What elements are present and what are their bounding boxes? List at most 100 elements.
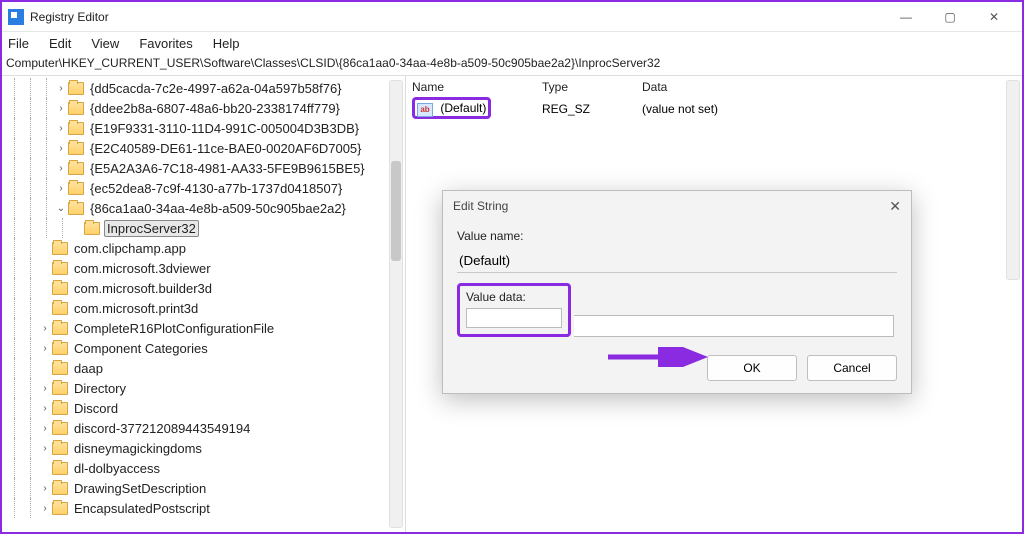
list-header: Name Type Data — [406, 76, 1022, 98]
tree-item[interactable]: daap — [6, 358, 405, 378]
tree-item[interactable]: ›Directory — [6, 378, 405, 398]
menu-edit[interactable]: Edit — [47, 34, 73, 53]
tree-item[interactable]: com.microsoft.builder3d — [6, 278, 405, 298]
tree-item[interactable]: › Component Categories — [6, 338, 405, 358]
column-data[interactable]: Data — [636, 80, 1022, 94]
tree-pane: ›{dd5cacda-7c2e-4997-a62a-04a597b58f76}›… — [2, 76, 406, 532]
folder-icon — [52, 402, 68, 415]
regedit-icon — [8, 9, 24, 25]
folder-icon — [52, 482, 68, 495]
folder-icon — [52, 442, 68, 455]
cancel-button[interactable]: Cancel — [807, 355, 897, 381]
dialog-titlebar[interactable]: Edit String ✕ — [443, 191, 911, 221]
folder-icon — [52, 382, 68, 395]
list-scrollbar[interactable] — [1006, 80, 1020, 280]
tree-item-label: com.microsoft.3dviewer — [72, 261, 213, 276]
tree-item-label: {dd5cacda-7c2e-4997-a62a-04a597b58f76} — [88, 81, 344, 96]
tree-item[interactable]: InprocServer32 — [6, 218, 405, 238]
chevron-right-icon[interactable]: › — [38, 343, 52, 354]
menu-view[interactable]: View — [89, 34, 121, 53]
tree-item[interactable]: › CompleteR16PlotConfigurationFile — [6, 318, 405, 338]
maximize-button[interactable]: ▢ — [928, 2, 972, 32]
edit-string-dialog: Edit String ✕ Value name: Value data: OK… — [442, 190, 912, 394]
folder-icon — [68, 162, 84, 175]
chevron-right-icon[interactable]: › — [54, 183, 68, 194]
chevron-right-icon[interactable]: › — [54, 143, 68, 154]
tree-item-label: com.clipchamp.app — [72, 241, 188, 256]
chevron-right-icon[interactable]: › — [38, 323, 52, 334]
tree-item-label: DrawingSetDescription — [72, 481, 208, 496]
tree-item[interactable]: com.microsoft.print3d — [6, 298, 405, 318]
chevron-right-icon[interactable]: › — [54, 83, 68, 94]
tree-item[interactable]: › {E2C40589-DE61-11ce-BAE0-0020AF6D7005} — [6, 138, 405, 158]
tree-item-label: com.microsoft.print3d — [72, 301, 200, 316]
tree-item-label: {E2C40589-DE61-11ce-BAE0-0020AF6D7005} — [88, 141, 364, 156]
tree-item[interactable]: › discord-377212089443549194 — [6, 418, 405, 438]
chevron-right-icon[interactable]: › — [38, 423, 52, 434]
tree-item-label: com.microsoft.builder3d — [72, 281, 214, 296]
value-name-label: Value name: — [457, 229, 897, 243]
chevron-right-icon[interactable]: › — [38, 443, 52, 454]
registry-tree[interactable]: ›{dd5cacda-7c2e-4997-a62a-04a597b58f76}›… — [6, 76, 405, 518]
tree-item-label: Component Categories — [72, 341, 210, 356]
column-name[interactable]: Name — [406, 80, 536, 94]
tree-item[interactable]: ›Discord — [6, 398, 405, 418]
minimize-button[interactable]: — — [884, 2, 928, 32]
dialog-close-icon[interactable]: ✕ — [889, 198, 901, 215]
chevron-right-icon[interactable]: › — [38, 483, 52, 494]
tree-item[interactable]: dl-dolbyaccess — [6, 458, 405, 478]
chevron-right-icon[interactable]: › — [38, 503, 52, 514]
column-type[interactable]: Type — [536, 80, 636, 94]
ok-button[interactable]: OK — [707, 355, 797, 381]
tree-item-label: {ddee2b8a-6807-48a6-bb20-2338174ff779} — [88, 101, 342, 116]
default-value-highlight: ab (Default) — [412, 97, 491, 119]
tree-item[interactable]: › {E19F9331-3110-11D4-991C-005004D3B3DB} — [6, 118, 405, 138]
tree-item[interactable]: ›{E5A2A3A6-7C18-4981-AA33-5FE9B9615BE5} — [6, 158, 405, 178]
tree-item-label: dl-dolbyaccess — [72, 461, 162, 476]
close-button[interactable]: ✕ — [972, 2, 1016, 32]
chevron-right-icon[interactable]: › — [54, 163, 68, 174]
tree-item[interactable]: ›{ec52dea8-7c9f-4130-a77b-1737d0418507} — [6, 178, 405, 198]
tree-item[interactable]: com.microsoft.3dviewer — [6, 258, 405, 278]
tree-item-label: {E19F9331-3110-11D4-991C-005004D3B3DB} — [88, 121, 361, 136]
tree-item[interactable]: › {dd5cacda-7c2e-4997-a62a-04a597b58f76} — [6, 78, 405, 98]
folder-icon — [68, 182, 84, 195]
address-bar[interactable]: Computer\HKEY_CURRENT_USER\Software\Clas… — [2, 54, 1022, 76]
tree-item[interactable]: ⌄ {86ca1aa0-34aa-4e8b-a509-50c905bae2a2} — [6, 198, 405, 218]
tree-item-label: discord-377212089443549194 — [72, 421, 252, 436]
tree-item[interactable]: ›EncapsulatedPostscript — [6, 498, 405, 518]
window-title: Registry Editor — [30, 10, 884, 24]
tree-item-label: daap — [72, 361, 105, 376]
folder-icon — [52, 362, 68, 375]
value-type-cell: REG_SZ — [536, 102, 636, 116]
chevron-right-icon[interactable]: › — [54, 103, 68, 114]
chevron-right-icon[interactable]: › — [38, 403, 52, 414]
folder-icon — [68, 122, 84, 135]
tree-item-label: CompleteR16PlotConfigurationFile — [72, 321, 276, 336]
value-data-field-left[interactable] — [466, 308, 562, 328]
titlebar: Registry Editor — ▢ ✕ — [2, 2, 1022, 32]
tree-item[interactable]: com.clipchamp.app — [6, 238, 405, 258]
folder-icon — [68, 102, 84, 115]
tree-item[interactable]: › disneymagickingdoms — [6, 438, 405, 458]
menu-help[interactable]: Help — [211, 34, 242, 53]
menu-favorites[interactable]: Favorites — [137, 34, 194, 53]
tree-item[interactable]: › {ddee2b8a-6807-48a6-bb20-2338174ff779} — [6, 98, 405, 118]
value-data-cell: (value not set) — [636, 102, 1022, 116]
tree-item[interactable]: › DrawingSetDescription — [6, 478, 405, 498]
string-value-icon: ab — [417, 103, 433, 117]
chevron-right-icon[interactable]: › — [38, 383, 52, 394]
folder-icon — [84, 222, 100, 235]
tree-item-label: disneymagickingdoms — [72, 441, 204, 456]
chevron-right-icon[interactable]: › — [54, 123, 68, 134]
value-data-field[interactable] — [574, 315, 894, 337]
folder-icon — [52, 322, 68, 335]
tree-scrollbar[interactable] — [389, 80, 403, 528]
folder-icon — [68, 202, 84, 215]
value-name-cell: (Default) — [440, 101, 486, 115]
tree-item-label: {86ca1aa0-34aa-4e8b-a509-50c905bae2a2} — [88, 201, 348, 216]
chevron-down-icon[interactable]: ⌄ — [54, 203, 68, 214]
list-row-default[interactable]: ab (Default) REG_SZ (value not set) — [406, 98, 1022, 120]
menu-file[interactable]: File — [6, 34, 31, 53]
folder-icon — [52, 342, 68, 355]
